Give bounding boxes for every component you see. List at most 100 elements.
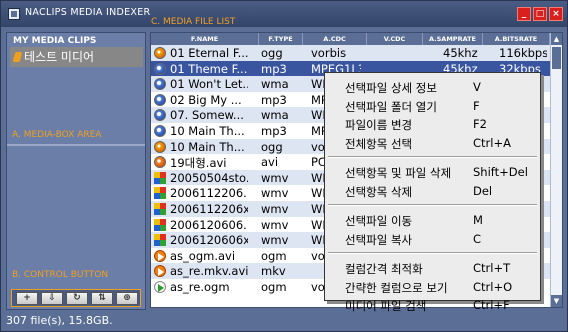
mkv-file-icon: [154, 249, 166, 262]
mp3-file-icon: [154, 93, 166, 106]
file-type-cell: mp3: [261, 61, 287, 76]
menu-item[interactable]: 파일이름 변경 F2: [325, 116, 540, 133]
menu-item[interactable]: 컬럼간격 최적화 Ctrl+T: [325, 260, 540, 277]
menu-item-label: 파일이름 변경: [345, 118, 413, 132]
file-name-cell: as_re.ogm: [170, 280, 230, 294]
menu-item[interactable]: 간략한 컬럼으로 보기 Ctrl+O: [325, 279, 540, 296]
menu-item-shortcut: C: [473, 231, 482, 246]
media-box-item-label: 테스트 미디어: [24, 50, 95, 64]
file-type-cell: ogm: [261, 280, 287, 294]
column-header-row: F.NAME F.TYPE A.CDC V.CDC A.SAMPRATE A.BITSRA…: [151, 33, 550, 45]
col-header-vcdc[interactable]: V.CDC: [367, 33, 423, 45]
context-menu: 선택파일 상세 정보 V 선택파일 폴더 열기 F 파일이름 변경 F2 전체항목 선택 Ct…: [324, 72, 541, 313]
scroll-thumb[interactable]: [552, 47, 561, 69]
menu-item-shortcut: F2: [473, 117, 487, 131]
menu-item-label: 간략한 컬럼으로 보기: [345, 280, 448, 295]
file-name-cell: 02 Big My ...: [170, 92, 242, 107]
menu-item-shortcut: Ctrl+T: [473, 261, 511, 275]
bit-rate-cell: 116kbps: [499, 46, 547, 60]
menu-item-label: 선택파일 이동: [345, 214, 413, 228]
close-button[interactable]: ×: [549, 7, 563, 21]
file-type-cell: ogg: [261, 46, 283, 60]
col-header-samprate[interactable]: A.SAMPRATE: [423, 33, 483, 45]
media-box-panel: MY MEDIA CLIPS 테스트 미디어 A. MEDIA-BOX AREA…: [6, 32, 146, 310]
ogg-file-icon: [154, 140, 166, 153]
file-type-cell: mp3: [261, 124, 287, 138]
file-type-cell: wmv: [261, 217, 289, 232]
minimize-button[interactable]: _: [517, 7, 531, 21]
control-button-zone-label: B. CONTROL BUTTON: [12, 270, 109, 280]
menu-separator: [328, 252, 537, 254]
menu-item[interactable]: 전체항목 선택 Ctrl+A: [325, 135, 540, 152]
maximize-button[interactable]: □: [533, 7, 547, 21]
file-name-cell: 20050504sto...: [170, 170, 248, 185]
col-header-ftype[interactable]: F.TYPE: [259, 33, 303, 45]
menu-item-shortcut: M: [473, 213, 483, 227]
menu-item[interactable]: 선택항목 삭제 Del: [325, 183, 540, 200]
menu-item[interactable]: 선택파일 복사 C: [325, 231, 540, 248]
menu-item-shortcut: V: [473, 80, 481, 94]
file-type-cell: wma: [261, 77, 289, 92]
file-type-cell: wmv: [261, 186, 289, 201]
col-header-bitsrate[interactable]: A.BITSRATE: [483, 33, 550, 45]
wmv-file-icon: [154, 187, 166, 200]
status-bar: 307 file(s), 15.8GB.: [6, 314, 113, 327]
menu-item[interactable]: 선택항목 및 파일 삭제 Shift+Del: [325, 164, 540, 181]
menu-item-label: 선택항목 및 파일 삭제: [345, 166, 452, 180]
menu-item[interactable]: 선택파일 상세 정보 V: [325, 79, 540, 96]
file-name-cell: as_re.mkv.avi: [170, 264, 248, 279]
file-name-cell: 2006112206x...: [170, 202, 248, 216]
audio-codec-cell: vorbis: [311, 46, 347, 60]
file-type-cell: avi: [261, 155, 279, 170]
menu-item-label: 선택파일 폴더 열기: [345, 99, 437, 114]
file-type-cell: ogm: [261, 248, 287, 263]
file-type-cell: wma: [261, 108, 289, 123]
menu-item[interactable]: 미디어 파일 검색 Ctrl+F: [325, 297, 540, 314]
wmv-file-icon: [154, 218, 166, 231]
import-button[interactable]: ⇩: [41, 292, 63, 305]
app-window: NACLIPS MEDIA INDEXER _ □ × C. MEDIA FIL…: [0, 0, 568, 332]
window-title: NACLIPS MEDIA INDEXER: [25, 7, 151, 18]
wmv-file-icon: [154, 171, 166, 184]
menu-item[interactable]: 선택파일 폴더 열기 F: [325, 98, 540, 115]
menu-item-label: 선택파일 복사: [345, 232, 413, 247]
settings-button[interactable]: ⊕: [116, 292, 138, 305]
col-header-acdc[interactable]: A.CDC: [303, 33, 367, 45]
add-button[interactable]: +: [16, 292, 38, 305]
file-name-cell: 01 Eternal F...: [170, 46, 248, 60]
file-name-cell: 10 Main Th...: [170, 139, 245, 154]
my-media-clips-heading: MY MEDIA CLIPS: [13, 36, 97, 46]
sample-rate-cell: 45khz: [443, 46, 478, 60]
menu-item[interactable]: 선택파일 이동 M: [325, 212, 540, 229]
menu-item-label: 선택항목 삭제: [345, 184, 413, 199]
file-type-cell: ogg: [261, 139, 283, 154]
file-name-cell: as_ogm.avi: [170, 248, 236, 263]
file-type-cell: wmv: [261, 233, 289, 248]
file-name-cell: 01 Won't Let...: [170, 77, 248, 92]
file-name-cell: 19대형.avi: [170, 156, 227, 171]
mp3-file-icon: [154, 125, 166, 137]
menu-item-label: 선택파일 상세 정보: [345, 81, 437, 95]
file-name-cell: 2006120606...: [170, 217, 248, 232]
sort-button[interactable]: ⇅: [91, 292, 113, 305]
mp3-file-icon: [154, 62, 166, 75]
avi-file-icon: [154, 156, 166, 169]
vertical-scrollbar[interactable]: ▲ ▼: [550, 33, 562, 307]
title-bar[interactable]: NACLIPS MEDIA INDEXER _ □ × C. MEDIA FIL…: [1, 1, 567, 27]
sidebar-divider: [7, 144, 145, 146]
media-box-zone-label: A. MEDIA-BOX AREA: [12, 130, 102, 140]
refresh-button[interactable]: ↻: [66, 292, 88, 305]
file-name-cell: 2006112206...: [170, 186, 248, 201]
file-name-cell: 2006120606x...: [170, 233, 248, 248]
scroll-up-arrow-icon[interactable]: ▲: [551, 33, 562, 45]
media-file-list-zone-label: C. MEDIA FILE LIST: [151, 17, 236, 27]
scroll-down-arrow-icon[interactable]: ▼: [551, 295, 562, 307]
media-box-item[interactable]: 테스트 미디어: [10, 47, 143, 67]
file-type-cell: mp3: [261, 92, 287, 107]
mkv-file-icon: [154, 265, 166, 278]
menu-separator: [328, 204, 537, 206]
file-name-cell: 01 Theme F...: [170, 61, 248, 76]
col-header-fname[interactable]: F.NAME: [151, 33, 259, 45]
table-row[interactable]: 01 Eternal F... ogg vorbis 45khz 116kbps: [151, 45, 550, 61]
mp3-file-icon: [154, 78, 166, 91]
